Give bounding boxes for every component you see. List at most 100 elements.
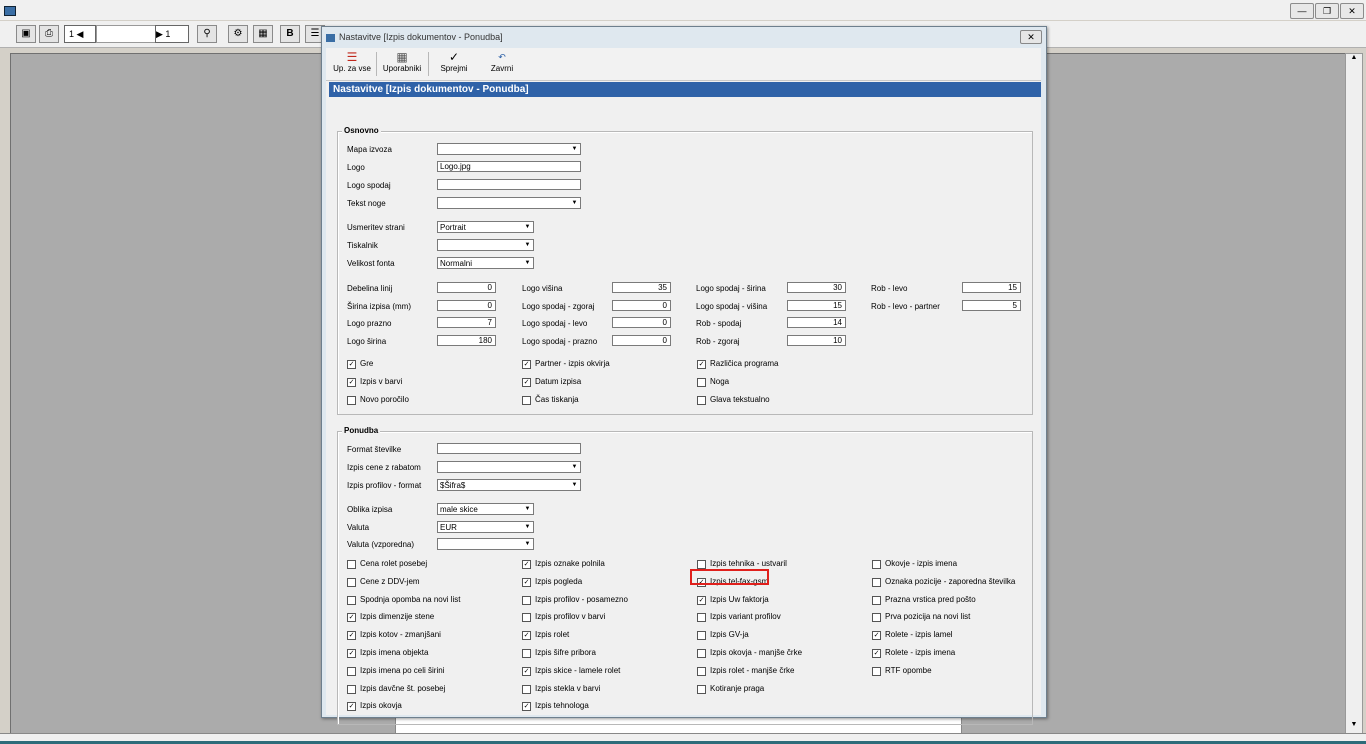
numfield-input[interactable]: 0 <box>612 317 671 328</box>
logo-spodaj-input[interactable] <box>437 179 581 190</box>
checkbox[interactable]: ✓ <box>872 649 881 658</box>
checkbox[interactable] <box>522 396 531 405</box>
checkbox-label: Čas tiskanja <box>535 395 579 404</box>
checkbox[interactable]: ✓ <box>347 378 356 387</box>
checkbox-label: Izpis tehnika - ustvaril <box>710 559 787 568</box>
usmeritev-dropdown[interactable]: Portrait ▼ <box>437 221 534 233</box>
close-button[interactable]: ✕ <box>1340 3 1364 19</box>
numfield-input[interactable]: 180 <box>437 335 496 346</box>
print-icon[interactable]: ⎙ <box>39 25 59 43</box>
checkbox[interactable]: ✓ <box>522 378 531 387</box>
page-scroll-track[interactable] <box>96 25 156 43</box>
settings-icon[interactable]: ⚙ <box>228 25 248 43</box>
checkbox[interactable] <box>347 577 356 587</box>
zoom-icon[interactable]: ⚲ <box>197 25 217 43</box>
logo-spodaj-label: Logo spodaj <box>347 181 391 190</box>
numfield-input[interactable]: 0 <box>437 300 496 311</box>
velikost-dropdown[interactable]: Normalni ▼ <box>437 257 534 269</box>
tiskalnik-label: Tiskalnik <box>347 241 378 250</box>
checkbox[interactable]: ✓ <box>697 595 706 605</box>
checkbox[interactable]: ✓ <box>347 702 356 712</box>
checkbox-label: Izpis oznake polnila <box>535 559 605 568</box>
checkbox[interactable] <box>522 684 531 694</box>
numfield-label: Rob - levo - partner <box>871 302 940 311</box>
scroll-down-icon[interactable]: ▼ <box>1346 721 1362 733</box>
restore-button[interactable]: ❐ <box>1315 3 1339 19</box>
checkbox[interactable]: ✓ <box>347 613 356 623</box>
logo-input[interactable]: Logo.jpg <box>437 161 581 172</box>
tiskalnik-dropdown[interactable]: ▼ <box>437 239 534 251</box>
checkbox[interactable] <box>347 560 356 569</box>
bold-button[interactable]: B <box>280 25 300 43</box>
checkbox[interactable] <box>347 396 356 405</box>
checkbox[interactable]: ✓ <box>522 360 531 369</box>
numfield-input[interactable]: 14 <box>787 317 846 328</box>
checkbox[interactable] <box>522 595 531 605</box>
checkbox[interactable]: ✓ <box>522 666 531 676</box>
checkbox[interactable] <box>522 649 531 658</box>
mapa-izvoza-dropdown[interactable]: ▼ <box>437 143 581 155</box>
minimize-button[interactable]: — <box>1290 3 1314 19</box>
numfield-input[interactable]: 7 <box>437 317 496 328</box>
checkbox[interactable]: ✓ <box>522 577 531 587</box>
checkbox[interactable]: ✓ <box>347 649 356 658</box>
dialog-close-button[interactable]: ✕ <box>1020 30 1042 44</box>
checkbox[interactable] <box>872 666 881 676</box>
numfield-input[interactable]: 15 <box>962 282 1021 293</box>
checkbox[interactable] <box>697 684 706 694</box>
grid-icon[interactable]: ▦ <box>253 25 273 43</box>
checkbox[interactable]: ✓ <box>872 631 881 641</box>
format-stevilke-input[interactable] <box>437 443 581 454</box>
zavrni-button[interactable]: ↶ Zavrni <box>484 50 520 78</box>
checkbox-label: Noga <box>710 377 730 386</box>
valuta-dropdown[interactable]: EUR ▼ <box>437 521 534 533</box>
checkbox[interactable] <box>697 396 706 405</box>
checkbox[interactable]: ✓ <box>522 560 531 569</box>
checkbox[interactable]: ✓ <box>347 631 356 641</box>
checkbox[interactable]: ✓ <box>697 360 706 369</box>
checkbox[interactable] <box>872 577 881 587</box>
oblika-dropdown[interactable]: male skice ▼ <box>437 503 534 515</box>
checkbox[interactable] <box>697 560 706 569</box>
checkbox[interactable]: ✓ <box>522 631 531 641</box>
page-number-input[interactable]: 1 ◀ <box>64 25 96 43</box>
export-icon[interactable]: ▣ <box>16 25 36 43</box>
scroll-up-icon[interactable]: ▲ <box>1346 54 1362 66</box>
cene-rabat-dropdown[interactable]: ▼ <box>437 461 581 473</box>
checkbox-label: Izpis imena po celi širini <box>360 665 445 675</box>
numfield-input[interactable]: 10 <box>787 335 846 346</box>
checkbox[interactable] <box>697 378 706 387</box>
profilov-format-label: Izpis profilov - format <box>347 481 422 490</box>
checkbox[interactable] <box>872 595 881 605</box>
checkbox[interactable] <box>872 560 881 569</box>
chevron-down-icon: ▼ <box>571 482 578 488</box>
checkbox[interactable] <box>347 666 356 676</box>
checkbox[interactable] <box>697 649 706 658</box>
checkbox[interactable]: ✓ <box>522 702 531 712</box>
checkbox[interactable] <box>697 631 706 641</box>
up-za-vse-button[interactable]: ☰ Up. za vse <box>330 50 374 78</box>
checkbox[interactable] <box>347 684 356 694</box>
numfield-input[interactable]: 0 <box>437 282 496 293</box>
checkbox[interactable]: ✓ <box>347 360 356 369</box>
tekst-noge-dropdown[interactable]: ▼ <box>437 197 581 209</box>
profilov-format-dropdown[interactable]: $Šifra$ ▼ <box>437 479 581 491</box>
checkbox[interactable] <box>697 613 706 623</box>
checkbox[interactable] <box>522 613 531 623</box>
numfield-input[interactable]: 15 <box>787 300 846 311</box>
sprejmi-button[interactable]: ✓ Sprejmi <box>436 50 472 78</box>
checkmark-icon: ✓ <box>448 50 460 64</box>
numfield-input[interactable]: 0 <box>612 300 671 311</box>
vertical-scrollbar[interactable]: ▲ ▼ <box>1345 53 1363 734</box>
numfield-input[interactable]: 5 <box>962 300 1021 311</box>
checkbox[interactable] <box>347 595 356 605</box>
numfield-input[interactable]: 0 <box>612 335 671 346</box>
valuta-vzporedna-dropdown[interactable]: ▼ <box>437 538 534 550</box>
checkbox[interactable] <box>872 613 881 623</box>
numfield-label: Logo spodaj - zgoraj <box>522 302 595 311</box>
uporabniki-button[interactable]: ▦ Uporabniki <box>379 50 425 78</box>
numfield-input[interactable]: 35 <box>612 282 671 293</box>
checkbox[interactable] <box>697 666 706 676</box>
numfield-input[interactable]: 30 <box>787 282 846 293</box>
checkbox-label: Kotiranje praga <box>710 683 765 693</box>
